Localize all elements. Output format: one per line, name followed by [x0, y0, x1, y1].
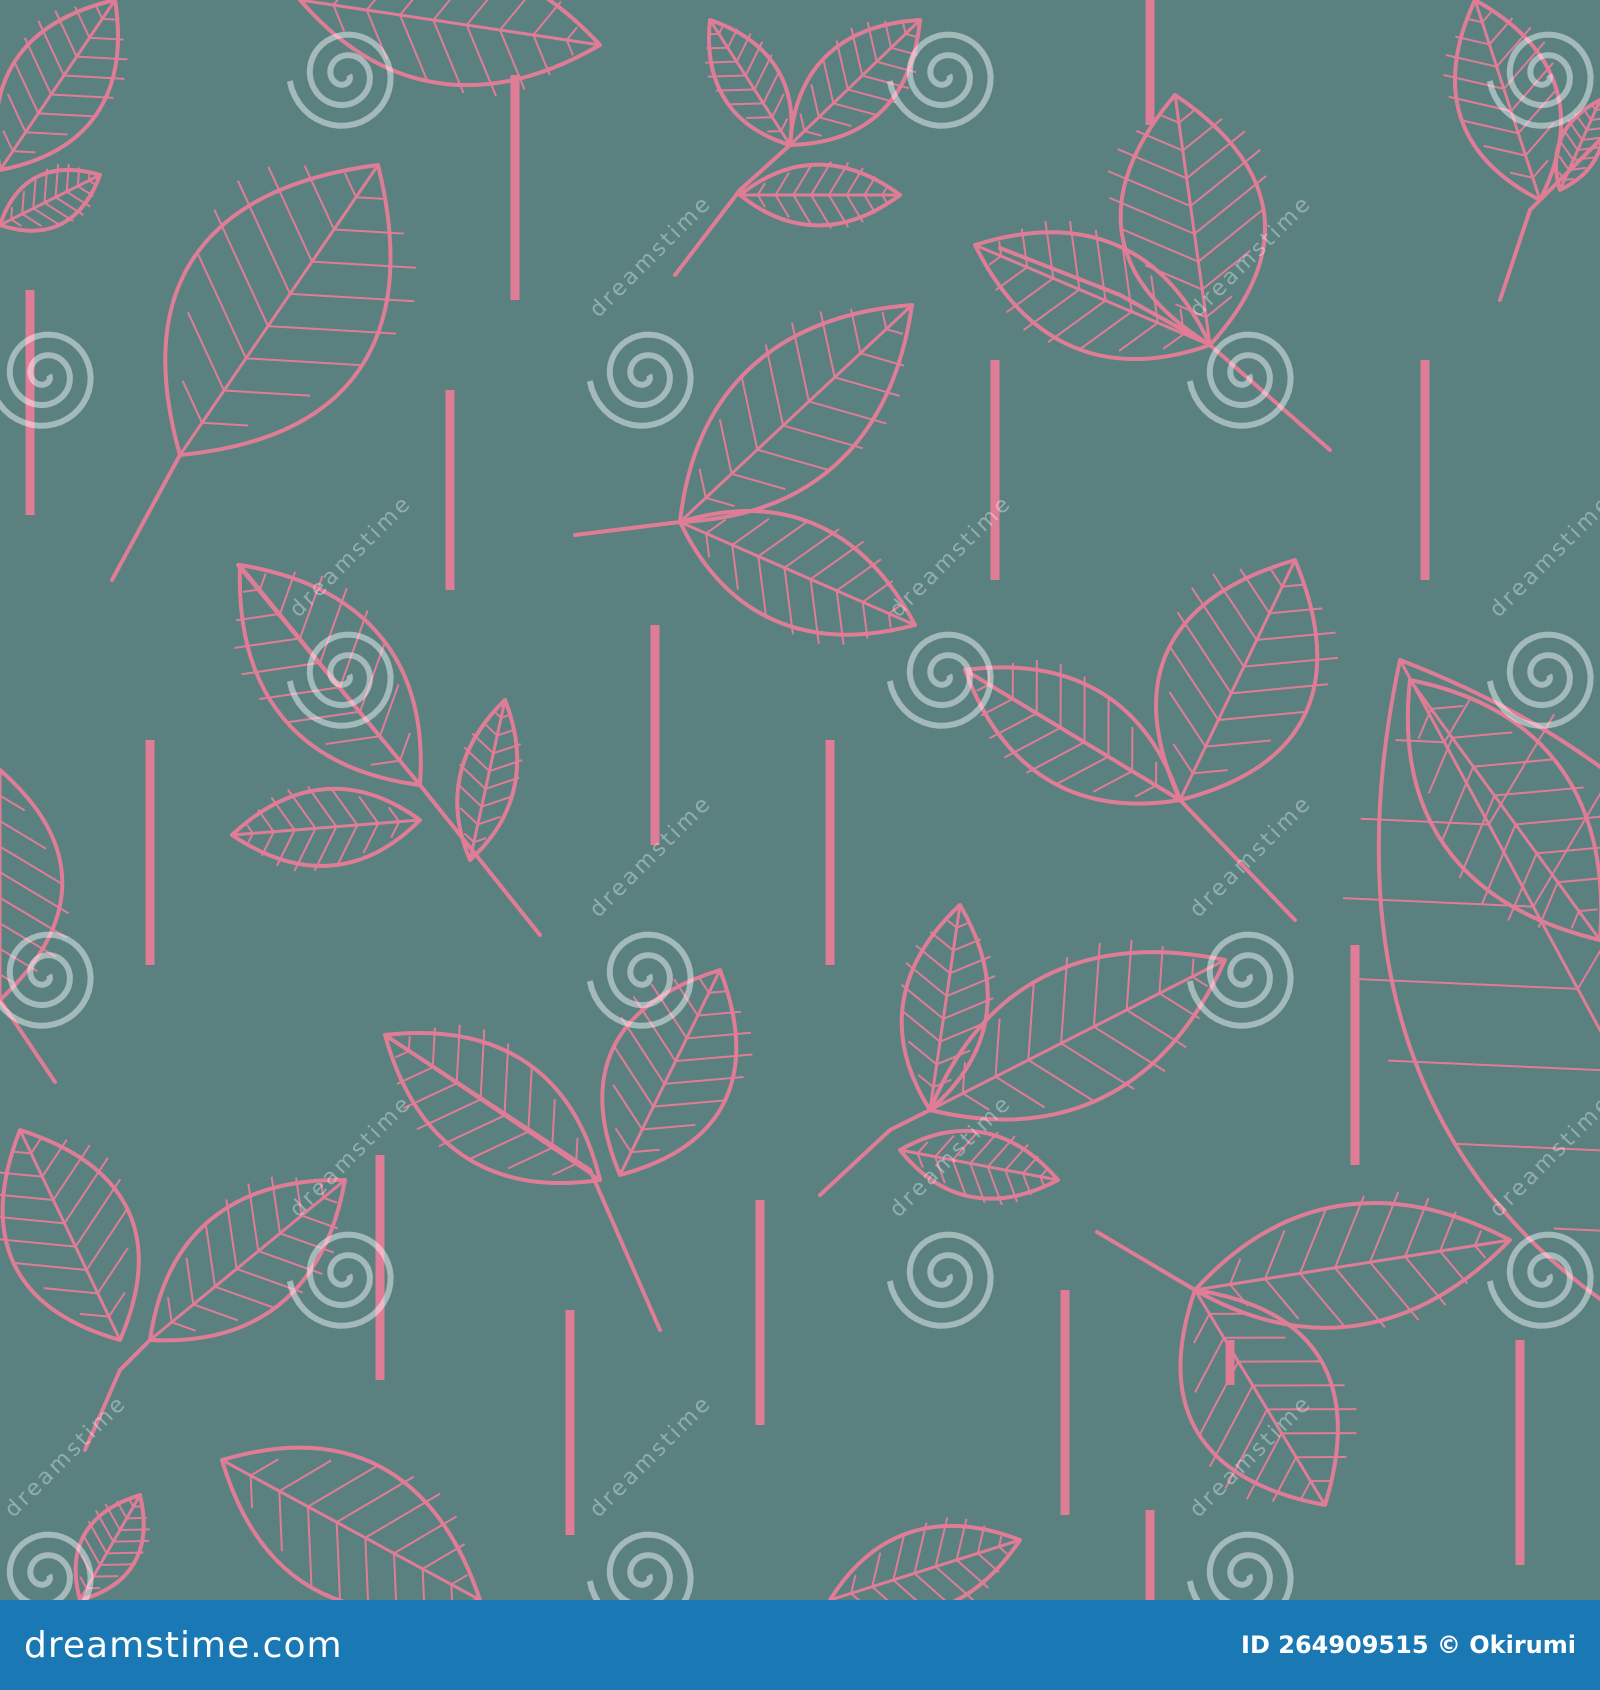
watermark-spiral-icon — [286, 631, 394, 729]
watermark-spiral-icon — [886, 31, 994, 129]
pattern-canvas — [0, 0, 1600, 1600]
footer-bar: dreamstime.com ID 264909515 © Okirumi — [0, 1600, 1600, 1690]
watermark-spiral-icon — [886, 631, 994, 729]
watermark-spiral-icon — [0, 331, 94, 429]
watermark-spiral-icon — [1186, 331, 1294, 429]
watermark-spiral-icon — [286, 1231, 394, 1329]
watermark-spiral-icon — [586, 1531, 694, 1600]
watermark-spiral-icon — [286, 31, 394, 129]
footer-credit: ID 264909515 © Okirumi — [1241, 1631, 1576, 1659]
watermark-spiral-icon — [886, 1231, 994, 1329]
watermark-spiral-icon — [1186, 1531, 1294, 1600]
watermark-spirals — [0, 31, 1594, 1600]
watermark-spiral-icon — [1486, 31, 1594, 129]
watermark-spiral-icon — [0, 931, 94, 1029]
watermark-spiral-icon — [586, 331, 694, 429]
footer-brand[interactable]: dreamstime.com — [24, 1625, 343, 1666]
watermark-spiral-icon — [586, 931, 694, 1029]
watermark-spiral-icon — [0, 1531, 94, 1600]
watermark-spiral-icon — [1486, 631, 1594, 729]
watermark-spiral-icon — [1486, 1231, 1594, 1329]
watermark-spiral-icon — [1186, 931, 1294, 1029]
